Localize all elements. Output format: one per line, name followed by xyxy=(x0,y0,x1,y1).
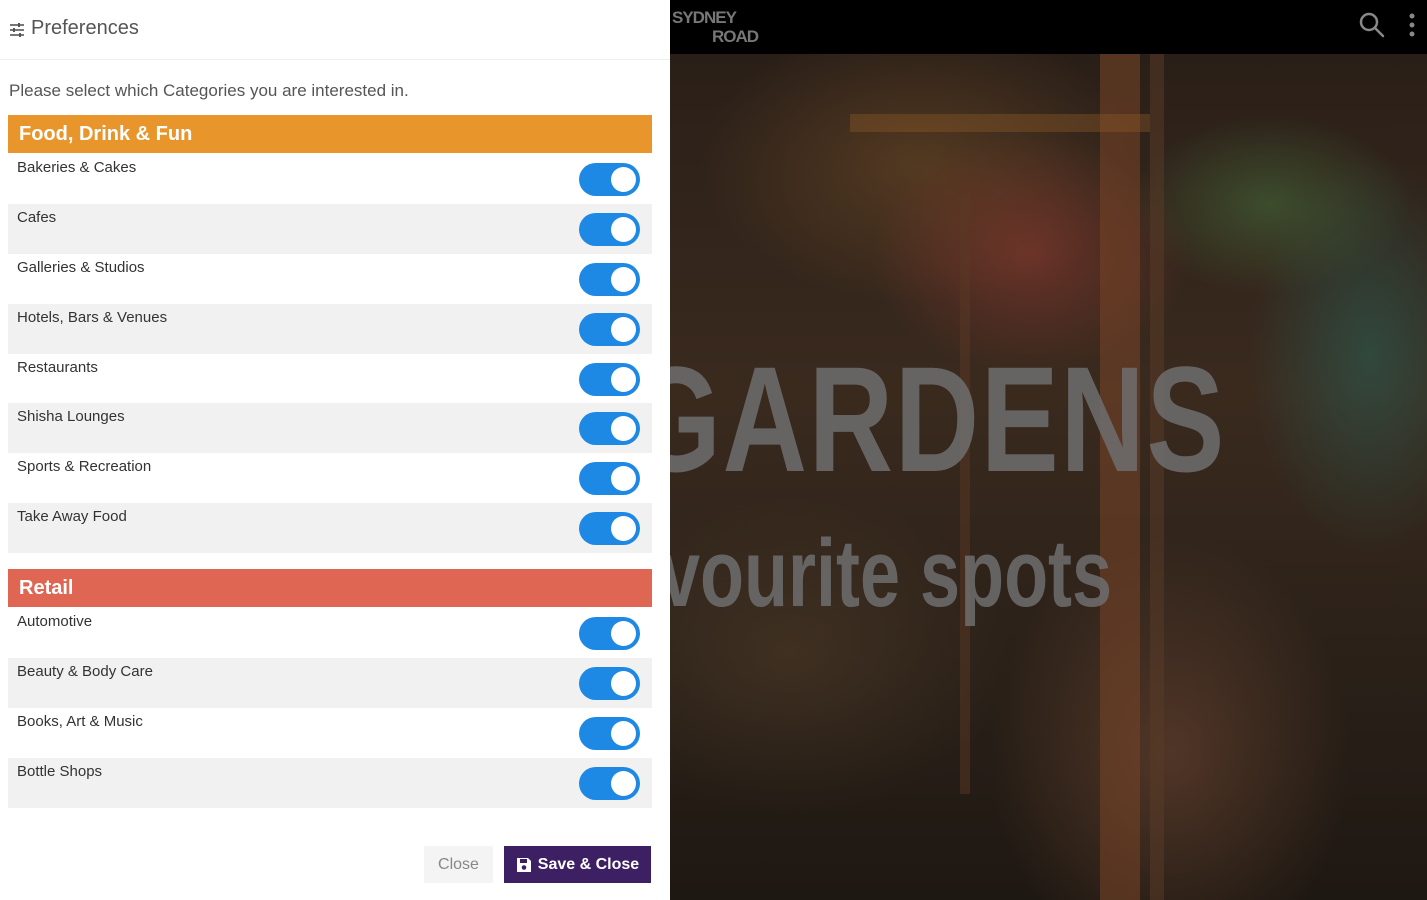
category-row: Restaurants xyxy=(8,354,652,404)
category-label: Automotive xyxy=(17,613,93,630)
intro-text: Please select which Categories you are i… xyxy=(9,81,409,100)
category-row: Galleries & Studios xyxy=(8,254,652,304)
toggle-knob xyxy=(611,516,636,541)
category-row: Sports & Recreation xyxy=(8,453,652,503)
panel-header: Preferences xyxy=(0,0,670,60)
sydney-road-logo[interactable]: SYDNEY ROAD xyxy=(672,8,759,50)
category-label: Sports & Recreation xyxy=(17,458,152,475)
toggle-knob xyxy=(611,217,636,242)
category-label: Restaurants xyxy=(17,359,98,376)
category-row: Books, Art & Music xyxy=(8,708,652,758)
toggle-knob xyxy=(611,466,636,491)
close-button[interactable]: Close xyxy=(424,846,493,883)
category-row: Take Away Food xyxy=(8,503,652,553)
category-label: Books, Art & Music xyxy=(17,713,143,730)
sliders-icon xyxy=(10,23,24,37)
toggle-knob xyxy=(611,671,636,696)
toggle-knob xyxy=(611,416,636,441)
category-row: Bakeries & Cakes xyxy=(8,154,652,204)
category-row: Beauty & Body Care xyxy=(8,658,652,708)
toggle-knob xyxy=(611,367,636,392)
toggle-galleries-studios[interactable] xyxy=(579,263,640,296)
toggle-sports-recreation[interactable] xyxy=(579,462,640,495)
category-label: Beauty & Body Care xyxy=(17,663,153,680)
toggle-knob xyxy=(611,317,636,342)
toggle-automotive[interactable] xyxy=(579,617,640,650)
save-icon xyxy=(516,857,531,872)
toggle-cafes[interactable] xyxy=(579,213,640,246)
category-label: Shisha Lounges xyxy=(17,408,125,425)
category-label: Bakeries & Cakes xyxy=(17,159,137,176)
category-label: Cafes xyxy=(17,209,57,226)
category-label: Hotels, Bars & Venues xyxy=(17,309,168,326)
toggle-beauty-body-care[interactable] xyxy=(579,667,640,700)
category-label: Bottle Shops xyxy=(17,763,103,780)
category-label: Take Away Food xyxy=(17,508,127,525)
category-row: Hotels, Bars & Venues xyxy=(8,304,652,354)
toggle-bakeries-cakes[interactable] xyxy=(579,163,640,196)
section-header-food-drink-fun: Food, Drink & Fun xyxy=(8,115,652,153)
toggle-shisha-lounges[interactable] xyxy=(579,412,640,445)
search-icon[interactable] xyxy=(1358,11,1386,39)
hero-title: GARDENS xyxy=(670,335,1226,503)
save-close-button[interactable]: Save & Close xyxy=(504,846,651,883)
toggle-hotels-bars-venues[interactable] xyxy=(579,313,640,346)
background-app: GARDENS vourite spots SYDNEY ROAD xyxy=(670,0,1427,900)
section-header-retail: Retail xyxy=(8,569,652,607)
toggle-knob xyxy=(611,721,636,746)
preferences-panel: Preferences Please select which Categori… xyxy=(0,0,670,900)
toggle-knob xyxy=(611,621,636,646)
toggle-books-art-music[interactable] xyxy=(579,717,640,750)
category-row: Automotive xyxy=(8,608,652,658)
toggle-knob xyxy=(611,167,636,192)
more-vert-icon[interactable] xyxy=(1406,12,1418,38)
save-close-label: Save & Close xyxy=(537,855,640,873)
toggle-take-away-food[interactable] xyxy=(579,512,640,545)
toggle-restaurants[interactable] xyxy=(579,363,640,396)
toggle-knob xyxy=(611,267,636,292)
app-top-bar: SYDNEY ROAD xyxy=(670,0,1427,54)
toggle-knob xyxy=(611,771,636,796)
category-row: Bottle Shops xyxy=(8,758,652,808)
category-row: Cafes xyxy=(8,204,652,254)
panel-title: Preferences xyxy=(31,17,139,39)
category-label: Galleries & Studios xyxy=(17,259,145,276)
toggle-bottle-shops[interactable] xyxy=(579,767,640,800)
hero-subtitle: vourite spots xyxy=(670,520,1113,627)
category-row: Shisha Lounges xyxy=(8,403,652,453)
hero-image: GARDENS vourite spots xyxy=(670,54,1427,900)
